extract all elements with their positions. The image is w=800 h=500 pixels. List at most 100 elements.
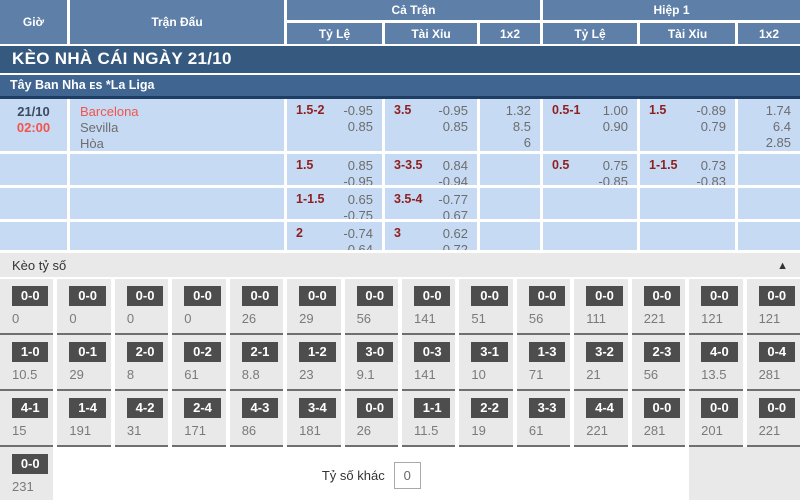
odds-value[interactable]: -0.85 <box>598 174 628 185</box>
score-cell[interactable]: 0-0 0 <box>0 279 53 335</box>
odds-value[interactable]: -0.95 <box>343 174 373 185</box>
score-cell[interactable]: 0-0 0 <box>115 279 168 335</box>
score-label[interactable]: 0-2 <box>184 342 220 362</box>
score-cell[interactable]: 0-0 56 <box>345 279 398 335</box>
score-label[interactable]: 0-3 <box>414 342 450 362</box>
score-cell[interactable]: 0-4 281 <box>747 335 800 391</box>
score-label[interactable]: 0-4 <box>759 342 795 362</box>
score-label[interactable]: 1-2 <box>299 342 335 362</box>
ft-handicap-cell[interactable]: 1.5-2 -0.95 0.85 <box>287 99 382 151</box>
odds-value[interactable]: -0.74 <box>343 226 373 242</box>
score-cell[interactable]: 3-3 61 <box>517 391 570 447</box>
score-label[interactable]: 0-0 <box>644 398 680 418</box>
score-label[interactable]: 0-0 <box>414 286 450 306</box>
score-label[interactable]: 3-1 <box>471 342 507 362</box>
odds-value[interactable]: 0.84 <box>443 158 468 174</box>
score-label[interactable]: 4-0 <box>701 342 737 362</box>
odds-value[interactable]: -0.94 <box>438 174 468 185</box>
score-cell[interactable]: 0-0 56 <box>517 279 570 335</box>
score-cell[interactable]: 4-0 13.5 <box>689 335 742 391</box>
score-label[interactable]: 1-1 <box>414 398 450 418</box>
ft-overunder-cell[interactable]: 3.5-4 -0.77 0.67 <box>385 188 477 219</box>
score-cell[interactable]: 2-1 8.8 <box>230 335 283 391</box>
score-cell[interactable]: 0-0 201 <box>689 391 742 447</box>
score-cell[interactable]: 0-3 141 <box>402 335 455 391</box>
score-label[interactable]: 3-2 <box>586 342 622 362</box>
odds-value[interactable]: 1.32 <box>506 103 531 119</box>
score-label[interactable]: 0-0 <box>471 286 507 306</box>
score-cell[interactable]: 0-0 281 <box>632 391 685 447</box>
odds-value[interactable]: -0.89 <box>696 103 726 119</box>
score-label[interactable]: 3-0 <box>357 342 393 362</box>
odds-value[interactable]: 0.64 <box>348 242 373 250</box>
score-label[interactable]: 0-0 <box>184 286 220 306</box>
odds-value[interactable]: 2.85 <box>766 135 791 151</box>
score-cell[interactable]: 0-0 221 <box>632 279 685 335</box>
h1-handicap-cell[interactable]: 0.5-1 1.00 0.90 <box>543 99 637 151</box>
score-cell[interactable]: 0-0 0 <box>57 279 110 335</box>
score-cell[interactable]: 1-4 191 <box>57 391 110 447</box>
score-label[interactable]: 0-0 <box>644 286 680 306</box>
score-label[interactable]: 2-0 <box>127 342 163 362</box>
score-label[interactable]: 0-0 <box>586 286 622 306</box>
score-label[interactable]: 0-0 <box>12 286 48 306</box>
score-cell[interactable]: 1-2 23 <box>287 335 340 391</box>
score-label[interactable]: 0-0 <box>759 398 795 418</box>
score-cell[interactable]: 3-1 10 <box>459 335 512 391</box>
score-cell[interactable]: 2-4 171 <box>172 391 225 447</box>
score-label[interactable]: 3-4 <box>299 398 335 418</box>
score-cell[interactable]: 2-2 19 <box>459 391 512 447</box>
score-cell[interactable]: 0-0 111 <box>574 279 627 335</box>
score-label[interactable]: 0-0 <box>357 398 393 418</box>
odds-value[interactable]: 6 <box>524 135 531 151</box>
score-label[interactable]: 0-0 <box>299 286 335 306</box>
score-cell[interactable]: 0-0 121 <box>689 279 742 335</box>
score-label[interactable]: 0-0 <box>357 286 393 306</box>
score-label[interactable]: 3-3 <box>529 398 565 418</box>
score-cell[interactable]: 1-0 10.5 <box>0 335 53 391</box>
odds-value[interactable]: 8.5 <box>513 119 531 135</box>
ft-1x2-cell[interactable]: 1.32 8.5 6 <box>480 99 540 151</box>
score-label[interactable]: 4-4 <box>586 398 622 418</box>
score-label[interactable]: 0-0 <box>69 286 105 306</box>
odds-value[interactable]: -0.72 <box>438 242 468 250</box>
ft-handicap-cell[interactable]: 2 -0.74 0.64 <box>287 222 382 250</box>
h1-overunder-cell[interactable]: 1.5 -0.89 0.79 <box>640 99 735 151</box>
ft-overunder-cell[interactable]: 3-3.5 0.84 -0.94 <box>385 154 477 185</box>
score-cell[interactable]: 0-0 141 <box>402 279 455 335</box>
odds-value[interactable]: 0.62 <box>443 226 468 242</box>
odds-value[interactable]: 0.85 <box>348 158 373 174</box>
score-cell[interactable]: 0-0 221 <box>747 391 800 447</box>
score-label[interactable]: 4-2 <box>127 398 163 418</box>
score-label[interactable]: 0-0 <box>701 398 737 418</box>
score-label[interactable]: 0-0 <box>701 286 737 306</box>
score-cell[interactable]: 0-0 0 <box>172 279 225 335</box>
score-label[interactable]: 4-1 <box>12 398 48 418</box>
score-cell[interactable]: 0-0 26 <box>345 391 398 447</box>
odds-value[interactable]: -0.95 <box>438 103 468 119</box>
score-label[interactable]: 1-4 <box>69 398 105 418</box>
score-cell[interactable]: 0-1 29 <box>57 335 110 391</box>
score-label[interactable]: 2-1 <box>242 342 278 362</box>
score-cell[interactable]: 0-0 51 <box>459 279 512 335</box>
score-cell[interactable]: 0-0 231 <box>0 447 53 500</box>
h1-handicap-cell[interactable]: 0.5 0.75 -0.85 <box>543 154 637 185</box>
odds-value[interactable]: 6.4 <box>773 119 791 135</box>
ft-overunder-cell[interactable]: 3 0.62 -0.72 <box>385 222 477 250</box>
score-label[interactable]: 1-0 <box>12 342 48 362</box>
score-cell[interactable]: 1-1 11.5 <box>402 391 455 447</box>
h1-overunder-cell[interactable]: 1-1.5 0.73 -0.83 <box>640 154 735 185</box>
odds-value[interactable]: -0.77 <box>438 192 468 208</box>
score-cell[interactable]: 0-2 61 <box>172 335 225 391</box>
score-cell[interactable]: 3-4 181 <box>287 391 340 447</box>
score-cell[interactable]: 4-4 221 <box>574 391 627 447</box>
score-cell[interactable]: 0-0 29 <box>287 279 340 335</box>
score-label[interactable]: 4-3 <box>242 398 278 418</box>
odds-value[interactable]: -0.83 <box>696 174 726 185</box>
score-label[interactable]: 0-0 <box>759 286 795 306</box>
score-label[interactable]: 0-0 <box>242 286 278 306</box>
collapse-arrow-icon[interactable]: ▲ <box>777 260 788 272</box>
score-label[interactable]: 1-3 <box>529 342 565 362</box>
other-score-input[interactable] <box>394 462 421 489</box>
odds-value[interactable]: 0.90 <box>603 119 628 135</box>
